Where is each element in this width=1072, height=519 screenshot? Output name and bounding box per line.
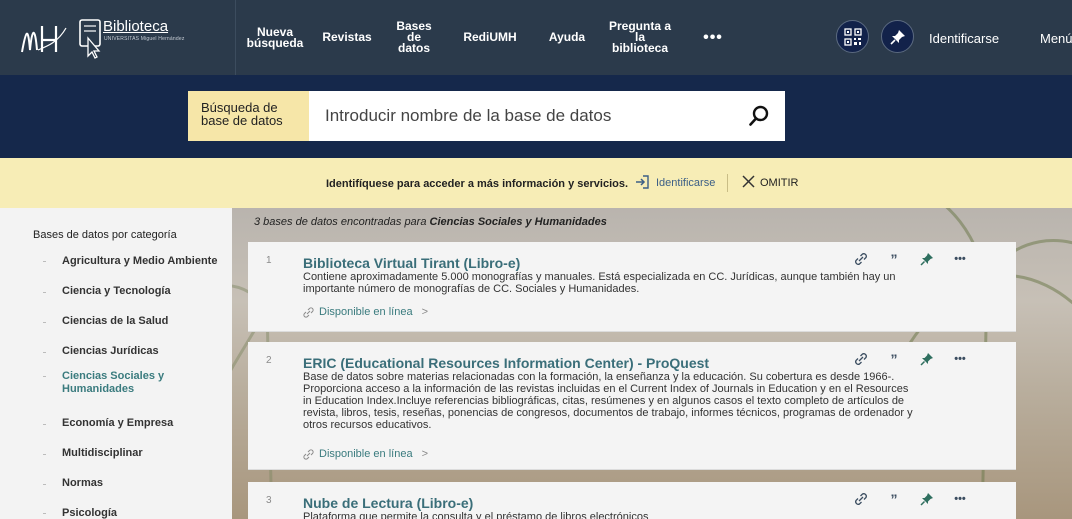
nav-login-link[interactable]: Identificarse: [929, 31, 999, 46]
sidebar-item-legal-sciences[interactable]: Ciencias Jurídicas: [62, 345, 159, 358]
pushpin-icon[interactable]: [920, 252, 934, 266]
top-navigation: Biblioteca UNIVERSITAS Miguel Hernández …: [0, 0, 1072, 75]
login-notice-bar: Identifíquese para acceder a más informa…: [0, 158, 1072, 208]
result-description: Base de datos sobre materias relacionada…: [303, 371, 913, 431]
result-item: 1 Biblioteca Virtual Tirant (Libro-e) Co…: [248, 242, 1016, 332]
sidebar-item-standards[interactable]: Normas: [62, 477, 103, 490]
bullet-dot: [43, 322, 46, 323]
sidebar-title: Bases de datos por categoría: [33, 229, 177, 241]
notice-omit-button[interactable]: OMITIR: [760, 177, 799, 189]
nav-rediumh[interactable]: RediUMH: [461, 0, 519, 75]
result-title-link[interactable]: ERIC (Educational Resources Information …: [303, 355, 709, 371]
more-options-icon[interactable]: •••: [953, 252, 967, 266]
search-icon[interactable]: [748, 105, 770, 127]
nav-journals[interactable]: Revistas: [316, 0, 378, 75]
qr-code-button[interactable]: [836, 20, 869, 53]
umh-logo[interactable]: [18, 20, 68, 58]
pushpin-icon[interactable]: [920, 352, 934, 366]
cite-quote-icon[interactable]: ”: [887, 351, 901, 367]
result-item: 3 Nube de Lectura (Libro-e) Plataforma q…: [248, 482, 1016, 519]
bullet-dot: [43, 261, 46, 262]
sidebar-item-science-technology[interactable]: Ciencia y Tecnología: [62, 285, 171, 298]
chevron-right-icon: >: [421, 306, 429, 318]
results-area: 3 bases de datos encontradas para Cienci…: [232, 208, 1072, 519]
bullet-dot: [43, 292, 46, 293]
result-description: Plataforma que permite la consulta y el …: [303, 511, 649, 519]
nav-databases[interactable]: Bases de datos: [388, 0, 440, 75]
nav-new-search[interactable]: Nueva búsqueda: [244, 0, 306, 75]
result-number: 2: [266, 355, 272, 366]
nav-more-button[interactable]: •••: [696, 0, 730, 75]
pushpin-icon[interactable]: [920, 492, 934, 506]
nav-ask-library[interactable]: Pregunta a la biblioteca: [606, 0, 674, 75]
results-count: 3 bases de datos encontradas para Cienci…: [254, 216, 607, 228]
result-description: Contiene aproximadamente 5.000 monografí…: [303, 271, 896, 295]
result-title-link[interactable]: Biblioteca Virtual Tirant (Libro-e): [303, 255, 520, 271]
database-search-input[interactable]: [309, 91, 785, 141]
result-number: 3: [266, 495, 272, 506]
bullet-dot: [43, 513, 46, 514]
bullet-dot: [43, 454, 46, 455]
result-number: 1: [266, 255, 272, 266]
close-icon[interactable]: [742, 175, 755, 188]
bullet-dot: [43, 424, 46, 425]
sidebar-item-economy[interactable]: Economía y Empresa: [62, 417, 173, 430]
nav-divider: [235, 0, 236, 75]
result-actions: ” •••: [854, 491, 967, 507]
sidebar-item-social-sciences[interactable]: Ciencias Sociales y Humanidades: [62, 370, 164, 396]
search-scope-label[interactable]: Búsqueda de base de datos: [188, 91, 309, 141]
result-actions: ” •••: [854, 251, 967, 267]
permalink-icon[interactable]: [854, 352, 868, 366]
biblioteca-logo-subtext: UNIVERSITAS Miguel Hernández: [104, 36, 185, 42]
notice-separator: [727, 174, 728, 192]
cite-quote-icon[interactable]: ”: [887, 491, 901, 507]
link-icon: [303, 448, 314, 460]
permalink-icon[interactable]: [854, 252, 868, 266]
more-options-icon[interactable]: •••: [953, 492, 967, 506]
search-band: Búsqueda de base de datos: [0, 75, 1072, 158]
available-online-link[interactable]: Disponible en línea >: [303, 448, 428, 460]
result-item: 2 ERIC (Educational Resources Informatio…: [248, 342, 1016, 470]
result-actions: ” •••: [854, 351, 967, 367]
result-title-link[interactable]: Nube de Lectura (Libro-e): [303, 495, 473, 511]
sign-in-icon[interactable]: [634, 174, 650, 190]
pushpin-icon: [889, 29, 905, 45]
link-icon: [303, 306, 314, 318]
bullet-dot: [43, 352, 46, 353]
qr-code-icon: [843, 27, 862, 46]
bullet-dot: [43, 484, 46, 485]
permalink-icon[interactable]: [854, 492, 868, 506]
sidebar-item-agriculture[interactable]: Agricultura y Medio Ambiente: [62, 255, 217, 268]
notice-message: Identifíquese para acceder a más informa…: [326, 178, 629, 190]
biblioteca-logo-text[interactable]: Biblioteca: [103, 18, 168, 35]
chevron-right-icon: >: [421, 448, 429, 460]
notice-login-link[interactable]: Identificarse: [656, 177, 715, 189]
available-online-link[interactable]: Disponible en línea >: [303, 306, 428, 318]
sidebar-item-multidisciplinary[interactable]: Multidisciplinar: [62, 447, 143, 460]
sidebar-item-health-sciences[interactable]: Ciencias de la Salud: [62, 315, 168, 328]
sidebar-item-psychology[interactable]: Psicología: [62, 507, 117, 519]
category-sidebar: Bases de datos por categoría Agricultura…: [0, 208, 232, 519]
nav-help[interactable]: Ayuda: [541, 0, 593, 75]
cite-quote-icon[interactable]: ”: [887, 251, 901, 267]
pinned-items-button[interactable]: [881, 20, 914, 53]
bullet-dot: [43, 376, 46, 377]
nav-menu-link[interactable]: Menú: [1040, 31, 1072, 46]
more-options-icon[interactable]: •••: [953, 352, 967, 366]
